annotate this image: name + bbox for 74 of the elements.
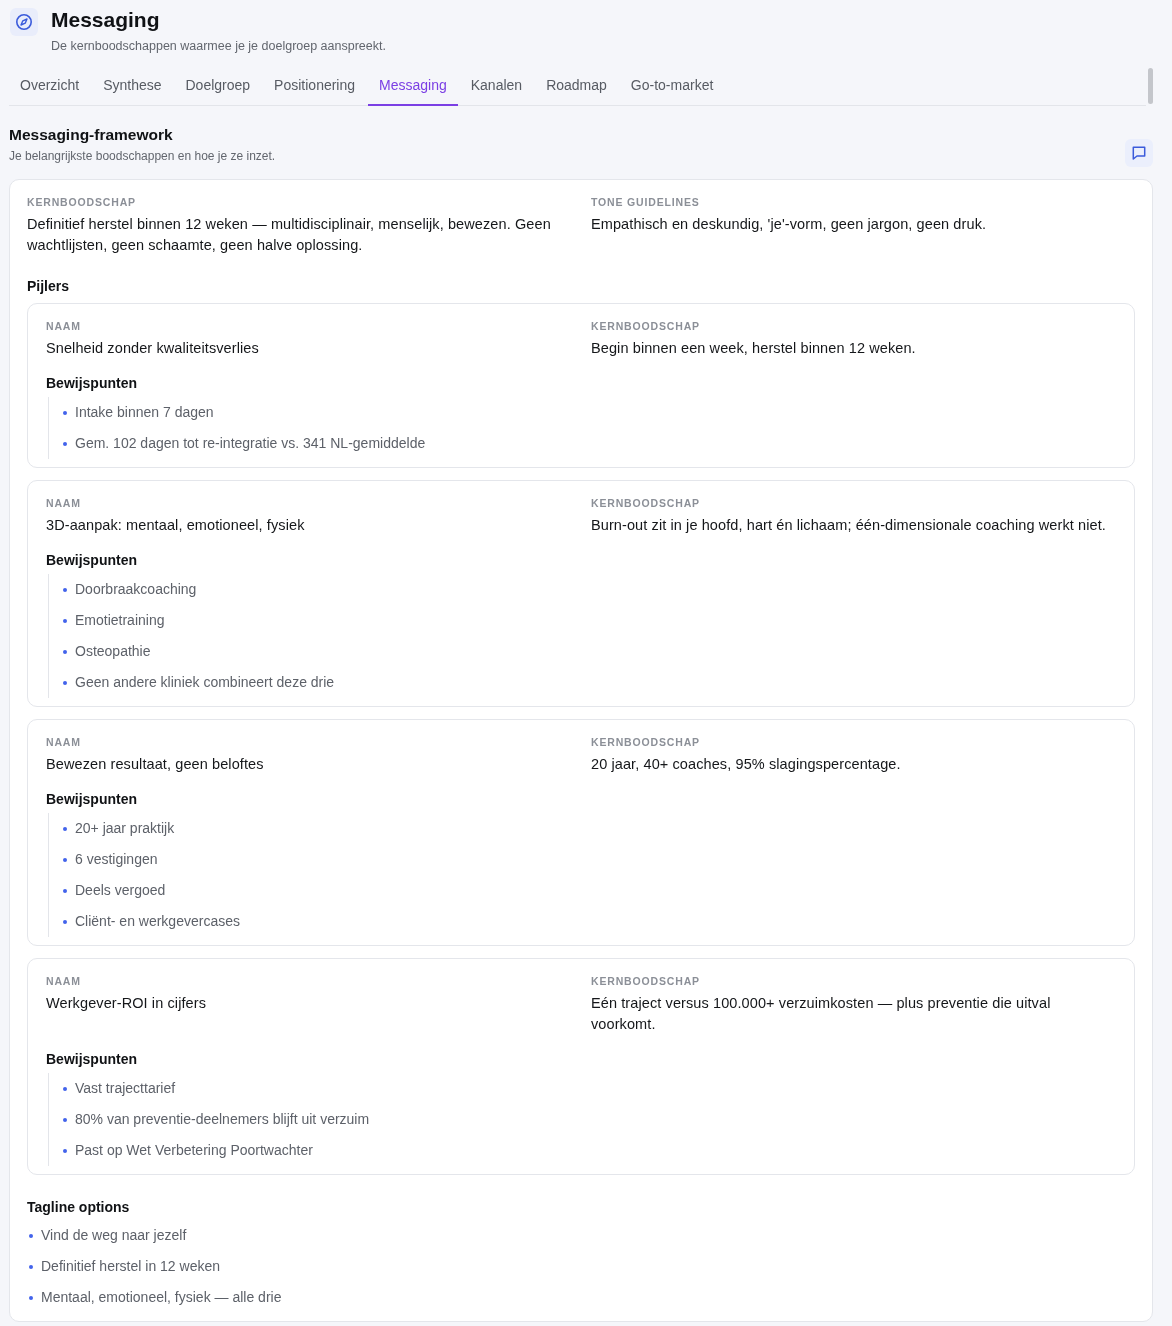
list-item-text: Definitief herstel in 12 weken <box>41 1257 220 1276</box>
bullet-icon <box>29 1295 33 1300</box>
tab[interactable]: Roadmap <box>535 65 618 106</box>
comment-button[interactable] <box>1125 139 1153 167</box>
bullet-icon <box>63 649 67 654</box>
list-item-text: Cliënt- en werkgevercases <box>75 912 240 931</box>
proof-points-heading: Bewijspunten <box>46 374 138 393</box>
list-item-text: Deels vergoed <box>75 881 166 900</box>
chat-icon <box>1131 145 1147 161</box>
list-item-text: Vind de weg naar jezelf <box>41 1226 187 1245</box>
bullet-icon <box>63 441 67 446</box>
field-value: Definitief herstel binnen 12 weken — multidisciplinair, menselijk, bewezen. Geen wachtlijsten, geen schaamte, geen halve oplossing. <box>27 215 552 255</box>
tab[interactable]: Overzicht <box>9 65 91 106</box>
field-value: Burn-out zit in je hoofd, hart én lichaam; één-dimensionale coaching werkt niet. <box>591 516 1107 535</box>
list-item-text: Intake binnen 7 dagen <box>75 403 214 422</box>
field-label: NAAM <box>46 319 82 333</box>
tab[interactable]: Messaging <box>368 65 458 106</box>
bullet-icon <box>63 857 67 862</box>
list-item-text: 80% van preventie-deelnemers blijft uit verzuim <box>75 1110 370 1129</box>
bullet-icon <box>63 826 67 831</box>
list-item-text: Vast trajecttarief <box>75 1079 176 1098</box>
bullet-icon <box>63 888 67 893</box>
tab[interactable]: Synthese <box>92 65 173 106</box>
bullet-icon <box>29 1264 33 1269</box>
bullet-icon <box>29 1233 33 1238</box>
field-value: Werkgever-ROI in cijfers <box>46 994 208 1013</box>
scrollbar-thumb[interactable] <box>1148 68 1153 104</box>
bullet-icon <box>63 618 67 623</box>
page-subtitle: De kernboodschappen waarmee je je doelgroep aanspreekt. <box>51 38 386 55</box>
bullet-icon <box>63 410 67 415</box>
field-value: Begin binnen een week, herstel binnen 12 weken. <box>591 339 917 358</box>
list-item-text: 20+ jaar praktijk <box>75 819 175 838</box>
field-label: KERNBOODSCHAP <box>591 974 701 988</box>
section-subtitle: Je belangrijkste boodschappen en hoe je ze inzet. <box>9 148 276 164</box>
list-item-text: Doorbraakcoaching <box>75 580 197 599</box>
section-title: Messaging-framework <box>9 125 174 145</box>
field-value: 20 jaar, 40+ coaches, 95% slagingspercentage. <box>591 755 902 774</box>
field-label: TONE GUIDELINES <box>591 195 701 209</box>
field-value: Bewezen resultaat, geen beloftes <box>46 755 265 774</box>
field-value: 3D-aanpak: mentaal, emotioneel, fysiek <box>46 516 306 535</box>
proof-points-heading: Bewijspunten <box>46 1050 138 1069</box>
field-label: KERNBOODSCHAP <box>27 195 137 209</box>
field-label: NAAM <box>46 735 82 749</box>
list-item-text: 6 vestigingen <box>75 850 158 869</box>
bullet-icon <box>63 919 67 924</box>
tab[interactable]: Doelgroep <box>174 65 262 106</box>
field-value: Snelheid zonder kwaliteitsverlies <box>46 339 260 358</box>
list-item-text: Osteopathie <box>75 642 151 661</box>
list-item-text: Mentaal, emotioneel, fysiek — alle drie <box>41 1288 282 1307</box>
field-label: NAAM <box>46 974 82 988</box>
subsection-heading: Pijlers <box>27 277 71 296</box>
bullet-icon <box>63 1148 67 1153</box>
field-label: KERNBOODSCHAP <box>591 496 701 510</box>
field-label: NAAM <box>46 496 82 510</box>
list-item-text: Gem. 102 dagen tot re-integratie vs. 341 NL-gemiddelde <box>75 434 426 453</box>
subsection-heading: Tagline options <box>27 1198 131 1217</box>
bullet-icon <box>63 1117 67 1122</box>
tab[interactable]: Kanalen <box>459 65 534 106</box>
proof-points-heading: Bewijspunten <box>46 551 138 570</box>
bullet-icon <box>63 680 67 685</box>
field-value: Eén traject versus 100.000+ verzuimkosten — plus preventie die uitval voorkomt. <box>591 994 1052 1034</box>
list-item-text: Past op Wet Verbetering Poortwachter <box>75 1141 313 1160</box>
page-title: Messaging <box>51 8 161 32</box>
compass-icon <box>10 8 38 36</box>
field-value: Empathisch en deskundig, 'je'-vorm, geen jargon, geen druk. <box>591 215 988 234</box>
field-label: KERNBOODSCHAP <box>591 735 701 749</box>
list-item-text: Emotietraining <box>75 611 165 630</box>
tab[interactable]: Positionering <box>263 65 367 106</box>
tab[interactable]: Go-to-market <box>619 65 725 106</box>
field-label: KERNBOODSCHAP <box>591 319 701 333</box>
bullet-icon <box>63 1086 67 1091</box>
bullet-icon <box>63 587 67 592</box>
list-item-text: Geen andere kliniek combineert deze drie <box>75 673 335 692</box>
proof-points-heading: Bewijspunten <box>46 790 138 809</box>
